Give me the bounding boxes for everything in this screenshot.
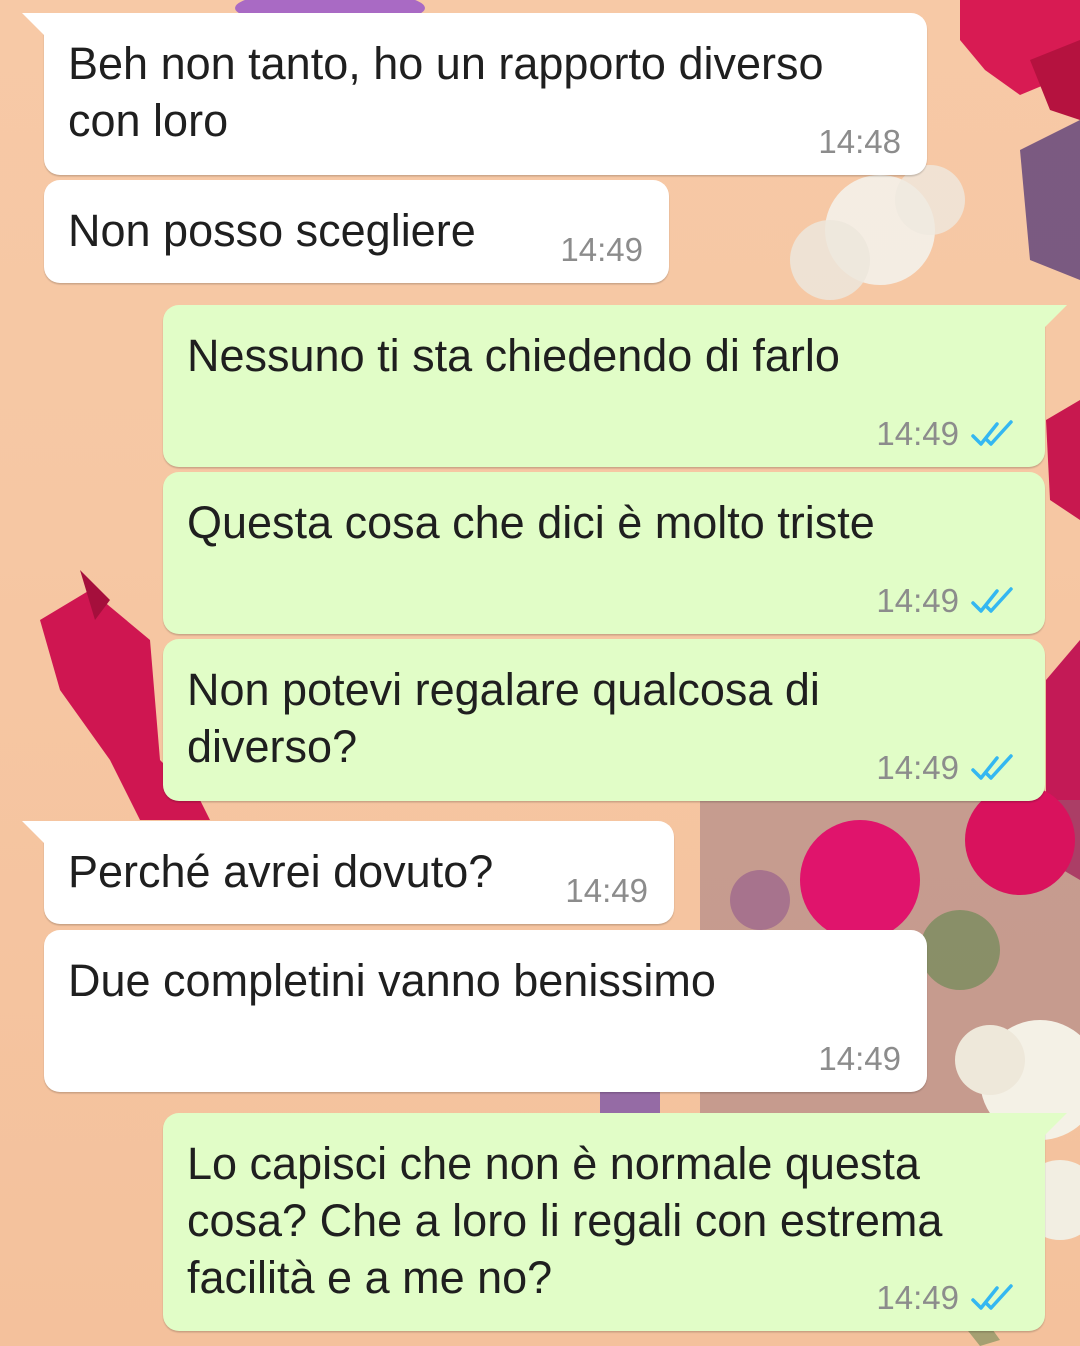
message-text: Beh non tanto, ho un rapporto diverso co… (68, 38, 824, 146)
message-meta: 14:49 (876, 749, 1019, 787)
read-double-check-icon (971, 1284, 1013, 1310)
message-timestamp: 14:49 (876, 415, 959, 452)
message-meta: 14:49 (818, 1040, 901, 1078)
message-text: Questa cosa che dici è molto triste (187, 497, 875, 548)
message-timestamp: 14:49 (876, 1279, 959, 1316)
outgoing-message[interactable]: Nessuno ti sta chiedendo di farlo 14:49 (163, 305, 1067, 467)
message-text: Perché avrei dovuto? (68, 846, 494, 897)
bubble-tail (1037, 305, 1067, 335)
message-timestamp: 14:49 (876, 749, 959, 786)
message-text: Due completini vanno benissimo (68, 955, 716, 1006)
read-double-check-icon (971, 754, 1013, 780)
message-timestamp: 14:49 (818, 1040, 901, 1077)
bubble-tail (1037, 1113, 1067, 1143)
incoming-message[interactable]: Due completini vanno benissimo 14:49 (44, 930, 927, 1092)
read-double-check-icon (971, 420, 1013, 446)
message-meta: 14:48 (818, 123, 901, 161)
outgoing-message[interactable]: Lo capisci che non è normale questa cosa… (163, 1113, 1067, 1331)
outgoing-message[interactable]: Questa cosa che dici è molto triste 14:49 (163, 472, 1045, 634)
incoming-message[interactable]: Non posso scegliere 14:49 (44, 180, 669, 283)
message-meta: 14:49 (876, 1279, 1019, 1317)
message-meta: 14:49 (876, 415, 1019, 453)
bubble-tail (22, 13, 52, 43)
message-timestamp: 14:49 (565, 872, 648, 909)
outgoing-message[interactable]: Non potevi regalare qualcosa di diverso?… (163, 639, 1045, 801)
message-text: Non posso scegliere (68, 205, 476, 256)
read-double-check-icon (971, 587, 1013, 613)
message-meta: 14:49 (876, 582, 1019, 620)
message-meta: 14:49 (560, 231, 643, 269)
bubble-tail (22, 821, 52, 851)
incoming-message[interactable]: Beh non tanto, ho un rapporto diverso co… (22, 13, 927, 175)
message-text: Nessuno ti sta chiedendo di farlo (187, 330, 840, 381)
message-timestamp: 14:48 (818, 123, 901, 160)
message-timestamp: 14:49 (876, 582, 959, 619)
incoming-message[interactable]: Perché avrei dovuto? 14:49 (22, 821, 674, 924)
message-meta: 14:49 (565, 872, 648, 910)
message-timestamp: 14:49 (560, 231, 643, 268)
